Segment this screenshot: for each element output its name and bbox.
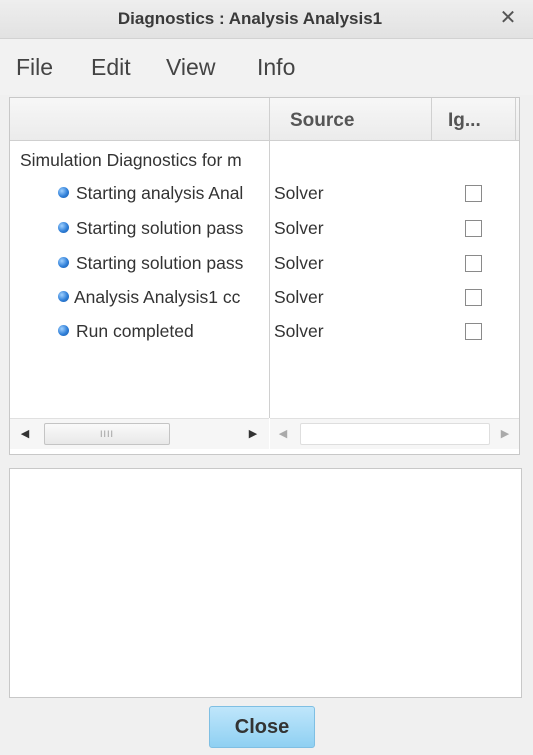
ignore-checkbox[interactable] <box>465 220 482 237</box>
scroll-left-icon[interactable]: ◀ <box>272 423 294 445</box>
info-bullet-icon <box>58 325 69 336</box>
close-window-icon[interactable]: ✕ <box>497 7 519 29</box>
table-header: Source Ig... <box>10 98 519 141</box>
menu-view[interactable]: View <box>166 39 215 95</box>
row-message[interactable]: Starting analysis Anal <box>76 183 268 204</box>
window-title: Diagnostics : Analysis Analysis1 <box>117 9 383 28</box>
row-source: Solver <box>274 183 324 203</box>
info-bullet-icon <box>58 222 69 233</box>
column-header-ignore[interactable]: Ig... <box>448 98 481 140</box>
column-header-message[interactable] <box>10 98 268 140</box>
diagnostic-detail-panel[interactable] <box>9 468 522 698</box>
row-message[interactable]: Run completed <box>76 321 268 342</box>
row-source: Solver <box>274 321 324 341</box>
scroll-right-icon[interactable]: ▶ <box>494 423 516 445</box>
close-button[interactable]: Close <box>209 706 315 748</box>
info-bullet-icon <box>58 257 69 268</box>
group-label[interactable]: Simulation Diagnostics for m <box>20 150 268 171</box>
ignore-checkbox[interactable] <box>465 323 482 340</box>
menu-edit[interactable]: Edit <box>91 39 131 95</box>
menu-info[interactable]: Info <box>257 39 295 95</box>
column-divider[interactable] <box>515 98 516 140</box>
menu-bar: File Edit View Info <box>0 39 533 95</box>
row-source: Solver <box>274 218 324 238</box>
row-source: Solver <box>274 287 324 307</box>
row-message[interactable]: Starting solution pass <box>76 218 268 239</box>
row-message[interactable]: Starting solution pass <box>76 253 268 274</box>
scroll-right-icon[interactable]: ▶ <box>242 423 264 445</box>
right-horizontal-scrollbar[interactable]: ◀ ▶ <box>270 418 519 449</box>
ignore-checkbox[interactable] <box>465 255 482 272</box>
left-horizontal-scrollbar[interactable]: ◀ IIII ▶ <box>10 418 269 449</box>
info-bullet-icon <box>58 291 69 302</box>
menu-file[interactable]: File <box>16 39 53 95</box>
ignore-checkbox[interactable] <box>465 289 482 306</box>
column-divider[interactable] <box>269 98 270 418</box>
info-bullet-icon <box>58 187 69 198</box>
column-divider[interactable] <box>431 98 432 140</box>
scroll-track[interactable] <box>300 423 490 445</box>
scroll-left-icon[interactable]: ◀ <box>14 423 36 445</box>
column-header-source[interactable]: Source <box>290 98 354 140</box>
title-bar: Diagnostics : Analysis Analysis1 ✕ <box>0 0 533 39</box>
row-message[interactable]: Analysis Analysis1 cc <box>74 287 268 308</box>
row-source: Solver <box>274 253 324 273</box>
ignore-checkbox[interactable] <box>465 185 482 202</box>
scroll-thumb[interactable]: IIII <box>44 423 170 445</box>
diagnostics-table: Source Ig... Simulation Diagnostics for … <box>9 97 520 455</box>
